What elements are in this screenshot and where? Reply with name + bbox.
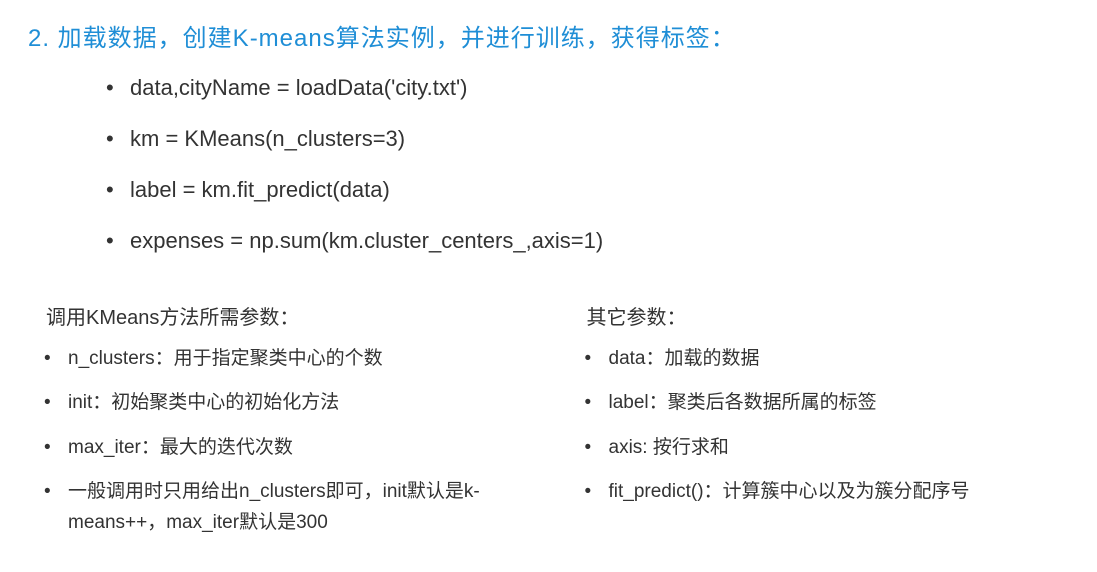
- param-item: init：初始聚类中心的初始化方法: [68, 388, 529, 418]
- code-line: expenses = np.sum(km.cluster_centers_,ax…: [130, 224, 1069, 257]
- right-column: 其它参数： data：加载的数据 label：聚类后各数据所属的标签 axis:…: [569, 301, 1070, 552]
- right-param-list: data：加载的数据 label：聚类后各数据所属的标签 axis: 按行求和 …: [569, 344, 1070, 508]
- param-item: label：聚类后各数据所属的标签: [609, 388, 1070, 418]
- code-line: label = km.fit_predict(data): [130, 173, 1069, 206]
- param-item: data：加载的数据: [609, 344, 1070, 374]
- left-column-title: 调用KMeans方法所需参数：: [28, 301, 529, 330]
- left-param-list: n_clusters：用于指定聚类中心的个数 init：初始聚类中心的初始化方法…: [28, 344, 529, 538]
- code-list: data,cityName = loadData('city.txt') km …: [28, 71, 1069, 257]
- param-item: 一般调用时只用给出n_clusters即可，init默认是k-means++，m…: [68, 477, 529, 538]
- code-line: km = KMeans(n_clusters=3): [130, 122, 1069, 155]
- param-item: fit_predict()：计算簇中心以及为簇分配序号: [609, 477, 1070, 507]
- section-heading: 2. 加载数据，创建K-means算法实例，并进行训练，获得标签：: [28, 18, 1069, 53]
- param-item: max_iter：最大的迭代次数: [68, 433, 529, 463]
- param-item: axis: 按行求和: [609, 433, 1070, 463]
- columns-container: 调用KMeans方法所需参数： n_clusters：用于指定聚类中心的个数 i…: [28, 301, 1069, 552]
- right-column-title: 其它参数：: [569, 301, 1070, 330]
- code-line: data,cityName = loadData('city.txt'): [130, 71, 1069, 104]
- param-item: n_clusters：用于指定聚类中心的个数: [68, 344, 529, 374]
- left-column: 调用KMeans方法所需参数： n_clusters：用于指定聚类中心的个数 i…: [28, 301, 529, 552]
